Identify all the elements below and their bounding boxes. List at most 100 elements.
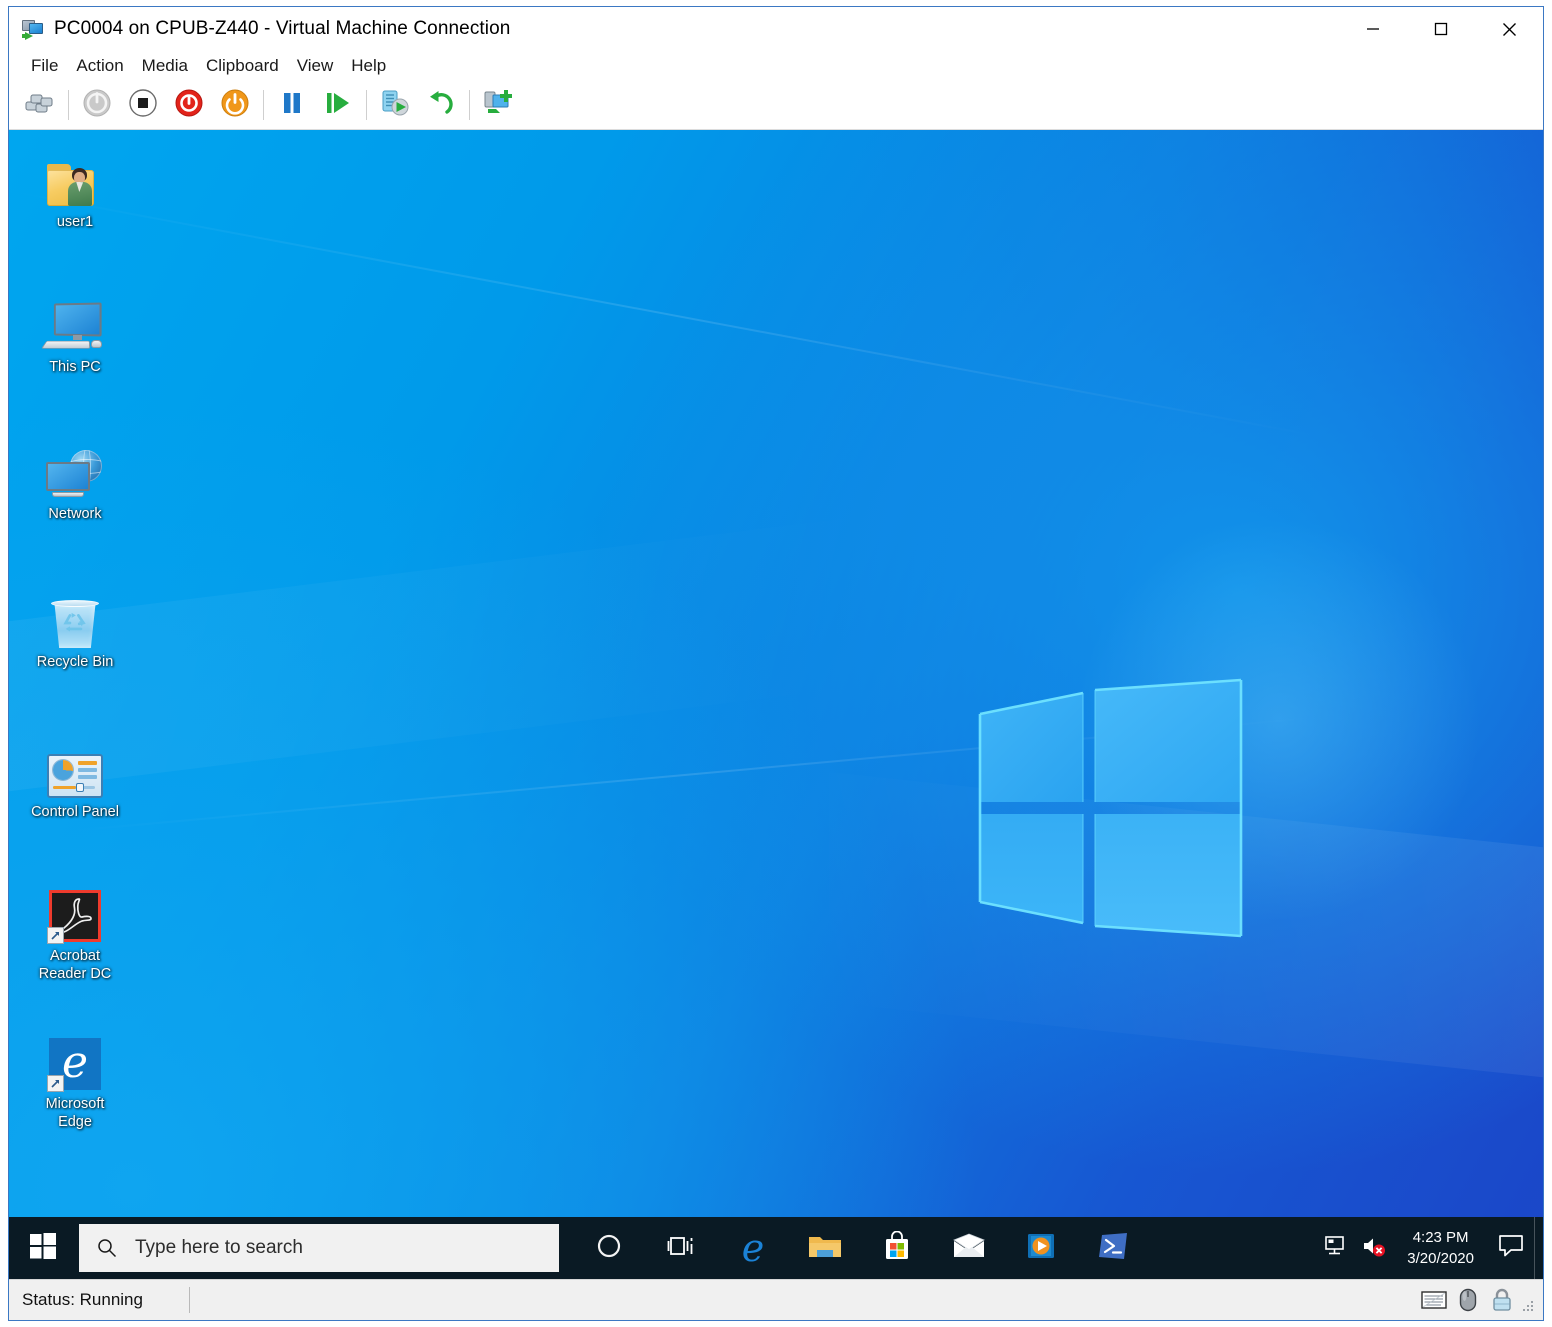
mail-envelope-icon: [952, 1233, 986, 1264]
maximize-button[interactable]: [1407, 7, 1475, 51]
reset-button[interactable]: [315, 84, 361, 126]
vm-status-text: Status: Running: [9, 1290, 143, 1310]
menu-item-file[interactable]: File: [22, 54, 67, 78]
windows-start-icon: [30, 1233, 56, 1264]
edge-icon: e: [742, 1229, 765, 1267]
folder-icon: [808, 1232, 842, 1265]
show-desktop-button[interactable]: [1534, 1217, 1543, 1279]
mail-button[interactable]: [933, 1217, 1005, 1279]
shut-down-button[interactable]: [166, 84, 212, 126]
search-input[interactable]: Type here to search: [79, 1224, 559, 1272]
desktop-icon-label: Recycle Bin: [21, 653, 129, 671]
movies-tv-icon: [1027, 1232, 1055, 1265]
keys-icon: [25, 91, 55, 120]
menu-item-clipboard[interactable]: Clipboard: [197, 54, 288, 78]
lock-status-icon[interactable]: [1485, 1283, 1519, 1317]
menu-item-help[interactable]: Help: [342, 54, 395, 78]
desktop-icon-user1[interactable]: user1: [21, 148, 129, 231]
mouse-status-icon[interactable]: [1451, 1283, 1485, 1317]
ctrl-alt-delete-button[interactable]: [17, 84, 63, 126]
keyboard-status-icon[interactable]: [1417, 1283, 1451, 1317]
desktop-icon-label: This PC: [21, 358, 129, 376]
power-orange-icon: [220, 88, 250, 123]
search-icon: [79, 1238, 135, 1258]
menu-item-media[interactable]: Media: [133, 54, 197, 78]
taskbar: Type here to search: [9, 1217, 1543, 1279]
shortcut-badge-icon: [47, 927, 64, 944]
movies-tv-button[interactable]: [1005, 1217, 1077, 1279]
toolbar-separator: [68, 90, 69, 120]
play-step-icon: [324, 90, 352, 121]
powershell-button[interactable]: [1077, 1217, 1149, 1279]
action-center-button[interactable]: [1488, 1217, 1534, 1279]
power-on-icon: [82, 88, 112, 123]
desktop-icon-label: Network: [21, 505, 129, 523]
revert-arrow-icon: [427, 89, 455, 122]
taskbar-clock[interactable]: 4:23 PM 3/20/2020: [1393, 1227, 1488, 1269]
file-explorer-button[interactable]: [789, 1217, 861, 1279]
desktop-icon-network[interactable]: Network: [21, 440, 129, 523]
desktop-icon-label: Acrobat Reader DC: [21, 947, 129, 983]
status-separator: [189, 1287, 190, 1313]
toolbar-separator: [263, 90, 264, 120]
network-monitor-icon: [1324, 1235, 1348, 1262]
vmconnect-icon: [22, 19, 44, 39]
checkpoint-button[interactable]: [372, 84, 418, 126]
task-view-icon: [667, 1234, 695, 1263]
desktop-icon-control-panel[interactable]: Control Panel: [21, 738, 129, 821]
desktop-icon-label: Control Panel: [21, 803, 129, 821]
system-tray: 4:23 PM 3/20/2020: [1317, 1217, 1543, 1279]
toolbar: [9, 81, 1543, 130]
enhanced-session-icon: [483, 89, 513, 122]
start-button[interactable]: [9, 1217, 77, 1279]
save-vm-button[interactable]: [212, 84, 258, 126]
menu-bar: File Action Media Clipboard View Help: [9, 51, 1543, 81]
speech-bubble-icon: [1498, 1234, 1524, 1263]
turn-off-button[interactable]: [120, 84, 166, 126]
desktop-icon-microsoft-edge[interactable]: e Microsoft Edge: [21, 1030, 129, 1131]
window-title: PC0004 on CPUB-Z440 - Virtual Machine Co…: [54, 18, 510, 40]
toolbar-separator: [469, 90, 470, 120]
status-bar: Status: Running: [9, 1279, 1543, 1320]
microsoft-edge-button[interactable]: e: [717, 1217, 789, 1279]
title-bar: PC0004 on CPUB-Z440 - Virtual Machine Co…: [9, 7, 1543, 51]
enhanced-session-button[interactable]: [475, 84, 521, 126]
control-panel-icon: [21, 738, 129, 798]
checkpoint-icon: [380, 89, 410, 122]
powershell-icon: [1099, 1232, 1127, 1265]
pause-icon: [279, 90, 305, 121]
minimize-button[interactable]: [1339, 7, 1407, 51]
network-tray-icon[interactable]: [1317, 1217, 1355, 1279]
menu-item-view[interactable]: View: [288, 54, 343, 78]
vmconnect-window: PC0004 on CPUB-Z440 - Virtual Machine Co…: [8, 6, 1544, 1321]
desktop-icon-recycle-bin[interactable]: Recycle Bin: [21, 588, 129, 671]
start-vm-button[interactable]: [74, 84, 120, 126]
speaker-muted-icon: [1361, 1234, 1387, 1263]
shutdown-red-icon: [174, 88, 204, 123]
status-bar-icons: [1417, 1283, 1543, 1317]
cortana-circle-icon: [596, 1233, 622, 1264]
pause-button[interactable]: [269, 84, 315, 126]
desktop-icon-label: Microsoft Edge: [21, 1095, 129, 1131]
menu-item-action[interactable]: Action: [67, 54, 132, 78]
toolbar-separator: [366, 90, 367, 120]
acrobat-reader-icon: [21, 882, 129, 942]
taskbar-apps: e: [573, 1217, 1149, 1279]
stop-square-icon: [128, 88, 158, 123]
vm-desktop-screen[interactable]: user1 This PC Network: [9, 130, 1543, 1279]
cortana-button[interactable]: [573, 1217, 645, 1279]
close-button[interactable]: [1475, 7, 1543, 51]
search-placeholder: Type here to search: [135, 1237, 303, 1259]
microsoft-store-button[interactable]: [861, 1217, 933, 1279]
resize-grip[interactable]: [1521, 1299, 1535, 1313]
desktop-icon-this-pc[interactable]: This PC: [21, 293, 129, 376]
revert-button[interactable]: [418, 84, 464, 126]
user-folder-icon: [21, 148, 129, 208]
volume-tray-icon[interactable]: [1355, 1217, 1393, 1279]
clock-date: 3/20/2020: [1407, 1248, 1474, 1269]
this-pc-icon: [21, 293, 129, 353]
clock-time: 4:23 PM: [1407, 1227, 1474, 1248]
desktop-wallpaper: [9, 130, 1543, 1279]
desktop-icon-acrobat-reader[interactable]: Acrobat Reader DC: [21, 882, 129, 983]
task-view-button[interactable]: [645, 1217, 717, 1279]
